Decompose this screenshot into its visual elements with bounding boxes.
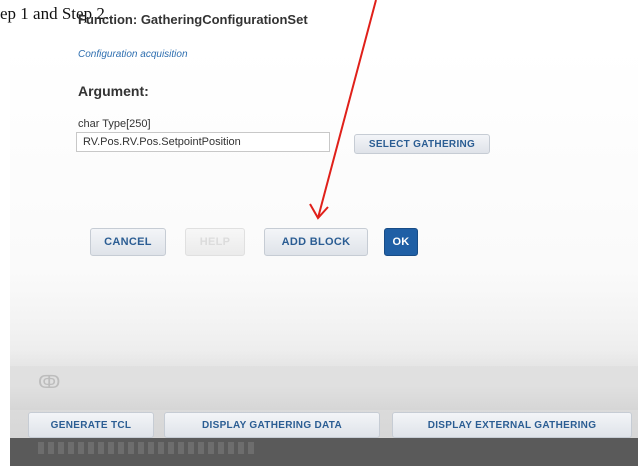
- display-gathering-data-button[interactable]: DISPLAY GATHERING DATA: [164, 412, 380, 438]
- help-button[interactable]: HELP: [185, 228, 245, 256]
- function-title: Function: GatheringConfigurationSet: [78, 12, 308, 27]
- cancel-button[interactable]: CANCEL: [90, 228, 166, 256]
- machine-logo: ↂ: [38, 372, 61, 392]
- argument-heading: Argument:: [78, 83, 149, 99]
- argument-value-input[interactable]: [76, 132, 330, 152]
- argument-type-label: char Type[250]: [78, 118, 151, 130]
- add-block-button[interactable]: ADD BLOCK: [264, 228, 368, 256]
- machine-background: [10, 350, 638, 410]
- function-description: Configuration acquisition: [78, 49, 188, 60]
- display-external-gathering-button[interactable]: DISPLAY EXTERNAL GATHERING: [392, 412, 632, 438]
- ok-button[interactable]: OK: [384, 228, 418, 256]
- select-gathering-button[interactable]: SELECT GATHERING: [354, 134, 490, 154]
- generate-tcl-button[interactable]: GENERATE TCL: [28, 412, 154, 438]
- footer-band: [10, 438, 638, 466]
